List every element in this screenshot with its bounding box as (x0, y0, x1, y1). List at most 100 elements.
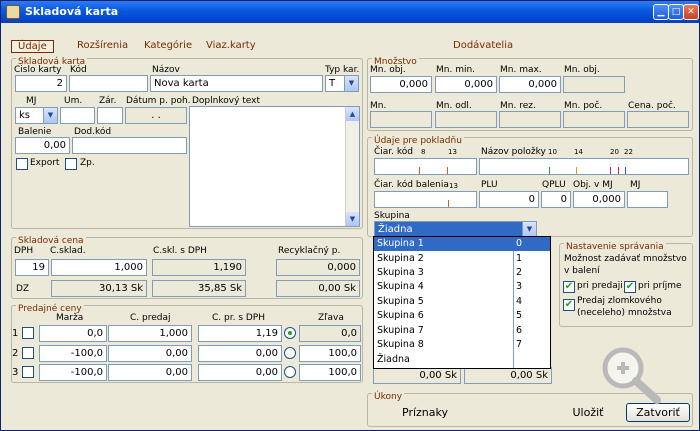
dz-field-3: 0,00 Sk (276, 280, 360, 297)
row-checkbox[interactable] (22, 347, 34, 359)
priznaky-button[interactable]: Príznaky (390, 404, 460, 423)
ciar-kod-field[interactable] (374, 158, 477, 175)
title-bar[interactable]: Skladová karta ▁ □ ✕ (1, 1, 699, 23)
option-name: Žiadna (377, 354, 410, 365)
mj-label: MJ (26, 96, 37, 106)
pri-prijme-checkbox[interactable]: ✔ (624, 281, 636, 293)
c-skl-dph-field: 1,190 (152, 259, 246, 276)
zlomkove-checkbox[interactable]: ✔ (563, 299, 575, 311)
doplnkovy-text-area[interactable]: ▲ ▼ (189, 106, 360, 227)
marza-field[interactable]: 0,0 (39, 325, 107, 342)
minimize-button[interactable]: ▁ (653, 4, 669, 20)
mj-pok-field[interactable] (627, 191, 668, 208)
row-index: 1 (12, 328, 19, 339)
mn-max-field[interactable]: 0,000 (499, 76, 561, 93)
mn-min-field[interactable]: 0,000 (435, 76, 497, 93)
c-sklad-label: C.sklad. (50, 246, 86, 256)
zlava-field[interactable]: 100,0 (299, 345, 361, 362)
c-pr-dph-header: C. pr. s DPH (212, 313, 265, 323)
skupina-option[interactable]: Skupina 4 3 (374, 280, 550, 294)
pri-predaji-checkbox[interactable]: ✔ (563, 281, 575, 293)
skupina-option[interactable]: Skupina 2 1 (374, 252, 550, 266)
um-field[interactable] (60, 107, 95, 124)
price-radio[interactable] (284, 366, 296, 378)
mn-odl-field (435, 111, 497, 128)
dz-field-2: 35,85 Sk (152, 280, 246, 297)
skladova-karta-group: Skladová karta Cislo karty Kód Názov Typ… (11, 57, 363, 229)
option-code: 6 (516, 325, 523, 336)
marza-field[interactable]: -100,0 (39, 345, 107, 362)
mn-poc-field (563, 111, 625, 128)
close-button[interactable]: ✕ (683, 4, 699, 20)
skupina-option[interactable]: Skupina 1 0 (374, 237, 550, 251)
skupina-option[interactable]: Skupina 7 6 (374, 324, 550, 338)
skupina-option[interactable]: Skupina 3 2 (374, 266, 550, 280)
chevron-down-icon[interactable]: ▼ (522, 222, 536, 237)
option-name: Skupina 6 (377, 310, 424, 321)
c-pr-dph-field[interactable]: 0,00 (198, 345, 282, 362)
chevron-down-icon[interactable]: ▼ (43, 108, 57, 123)
export-checkbox[interactable] (16, 158, 28, 170)
dod-kod-field[interactable] (72, 137, 187, 154)
typ-kar-select[interactable]: T ▼ (325, 75, 359, 92)
minimize-icon: ▁ (657, 7, 665, 17)
option-name: Skupina 4 (377, 281, 424, 292)
marza-field[interactable]: -100,0 (39, 364, 107, 381)
tab-kategorie[interactable]: Kategórie (144, 40, 192, 51)
tick-mark (618, 167, 619, 174)
tick-label: 20 (610, 148, 619, 156)
mn-obj-field[interactable]: 0,000 (370, 76, 432, 93)
plu-label: PLU (481, 180, 498, 190)
zlava-field[interactable]: 100,0 (299, 364, 361, 381)
tab-viaz-karty[interactable]: Viaz.karty (206, 40, 256, 51)
skupina-option[interactable]: Skupina 8 7 (374, 338, 550, 352)
chevron-down-icon[interactable]: ▼ (344, 76, 358, 91)
plu-field[interactable]: 0 (479, 191, 539, 208)
row-checkbox[interactable] (22, 327, 34, 339)
zp-checkbox[interactable] (65, 158, 77, 170)
balenie-field[interactable]: 0,00 (15, 137, 70, 154)
scroll-up-icon[interactable]: ▲ (346, 107, 359, 121)
maximize-button[interactable]: □ (668, 4, 684, 20)
mn-obj-label: Mn. obj. (370, 65, 406, 75)
c-predaj-field[interactable]: 1,000 (108, 325, 192, 342)
mn-poc-label: Mn. poč. (564, 101, 603, 111)
row-checkbox[interactable] (22, 366, 34, 378)
skupina-option[interactable]: Žiadna (374, 353, 550, 367)
c-pr-dph-field[interactable]: 0,00 (198, 364, 282, 381)
zar-field[interactable] (97, 107, 123, 124)
c-pr-dph-field[interactable]: 1,19 (198, 325, 282, 342)
c-predaj-field[interactable]: 0,00 (108, 364, 192, 381)
mn-obj2-label: Mn. obj. (564, 65, 600, 75)
nazov-polozky-field[interactable] (479, 158, 689, 175)
cena-poc-label: Cena. poč. (628, 101, 676, 111)
option-name: Skupina 8 (377, 339, 424, 350)
obj-v-mj-field[interactable]: 0,000 (573, 191, 625, 208)
skupina-option[interactable]: Skupina 5 4 (374, 295, 550, 309)
price-radio[interactable] (284, 327, 296, 339)
predajne-ceny-group: Predajné ceny Marža C. predaj C. pr. s D… (11, 304, 363, 383)
tab-rozsirenia[interactable]: Rozšírenia (77, 40, 128, 51)
dph-field[interactable]: 19 (15, 259, 49, 276)
scroll-down-icon[interactable]: ▼ (346, 212, 359, 226)
qplu-label: QPLU (542, 180, 566, 190)
nazov-field[interactable]: Nova karta (150, 75, 323, 92)
tab-udaje[interactable]: Údaje (11, 40, 54, 53)
skupina-option[interactable]: Skupina 6 5 (374, 309, 550, 323)
kod-field[interactable] (69, 75, 148, 92)
ulozit-button[interactable]: Uložiť (564, 404, 612, 423)
qplu-field[interactable]: 0 (541, 191, 571, 208)
price-radio[interactable] (284, 347, 296, 359)
c-predaj-field[interactable]: 0,00 (108, 345, 192, 362)
ciar-kod-balenia-field[interactable] (374, 191, 477, 208)
skupina-dropdown-list: Skupina 1 0 Skupina 2 1 Skupina 3 2 Skupina… (373, 236, 551, 369)
export-label: Export (30, 158, 60, 168)
nazov-label: Názov (152, 65, 180, 75)
nastavenie-group: Nastavenie správania Možnost zadávať mno… (559, 242, 693, 327)
c-sklad-field[interactable]: 1,000 (51, 259, 147, 276)
doplnkovy-scrollbar[interactable]: ▲ ▼ (345, 107, 359, 226)
cislo-karty-field[interactable]: 2 (15, 75, 67, 92)
option-code: 0 (516, 238, 523, 249)
tab-dodavatelia[interactable]: Dodávatelia (453, 40, 513, 51)
mj-select[interactable]: ks ▼ (15, 107, 58, 124)
